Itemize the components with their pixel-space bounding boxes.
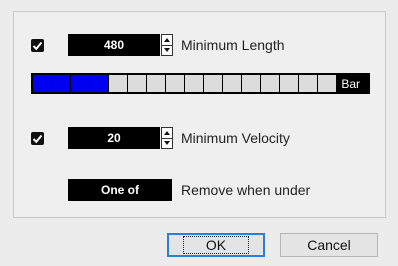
bar-cell[interactable] xyxy=(166,75,184,92)
bar-cell[interactable] xyxy=(204,75,222,92)
bar-cell[interactable] xyxy=(90,75,108,92)
bar-cells[interactable] xyxy=(33,75,336,92)
arrow-down-icon[interactable] xyxy=(162,137,172,149)
arrow-down-icon[interactable] xyxy=(162,44,172,56)
cancel-button-label: Cancel xyxy=(307,237,351,253)
arrow-up-icon[interactable] xyxy=(162,35,172,45)
min-length-value[interactable]: 480 xyxy=(68,34,160,56)
bar-cell[interactable] xyxy=(261,75,279,92)
bar-cell[interactable] xyxy=(147,75,165,92)
bar-cell[interactable] xyxy=(223,75,241,92)
min-length-spinner[interactable] xyxy=(161,34,173,56)
ok-button-label: OK xyxy=(182,236,250,254)
bar-cell[interactable] xyxy=(299,75,317,92)
bar-cell[interactable] xyxy=(185,75,203,92)
bar-cell[interactable] xyxy=(242,75,260,92)
min-length-bar[interactable]: Bar xyxy=(31,73,370,94)
arrow-up-icon[interactable] xyxy=(162,128,172,138)
checkmark-icon xyxy=(32,41,43,51)
remove-mode-select[interactable]: One of xyxy=(68,179,172,201)
min-velocity-spinner[interactable] xyxy=(161,127,173,149)
cancel-button[interactable]: Cancel xyxy=(280,233,378,257)
bar-cell[interactable] xyxy=(128,75,146,92)
dialog: 480 Minimum Length Bar 20 Minimum Veloci… xyxy=(0,0,398,266)
min-velocity-checkbox[interactable] xyxy=(31,132,44,145)
bar-cell[interactable] xyxy=(318,75,336,92)
min-velocity-value[interactable]: 20 xyxy=(68,127,160,149)
bar-cell[interactable] xyxy=(109,75,127,92)
settings-panel: 480 Minimum Length Bar 20 Minimum Veloci… xyxy=(13,11,386,218)
min-velocity-label: Minimum Velocity xyxy=(181,130,290,146)
checkmark-icon xyxy=(32,134,43,144)
bar-cell[interactable] xyxy=(33,75,51,92)
remove-mode-label: Remove when under xyxy=(181,182,311,198)
bar-unit-label: Bar xyxy=(341,76,360,91)
min-length-checkbox[interactable] xyxy=(31,39,44,52)
ok-button[interactable]: OK xyxy=(167,233,265,257)
bar-cell[interactable] xyxy=(71,75,89,92)
bar-cell[interactable] xyxy=(52,75,70,92)
min-length-label: Minimum Length xyxy=(181,37,285,53)
bar-cell[interactable] xyxy=(280,75,298,92)
